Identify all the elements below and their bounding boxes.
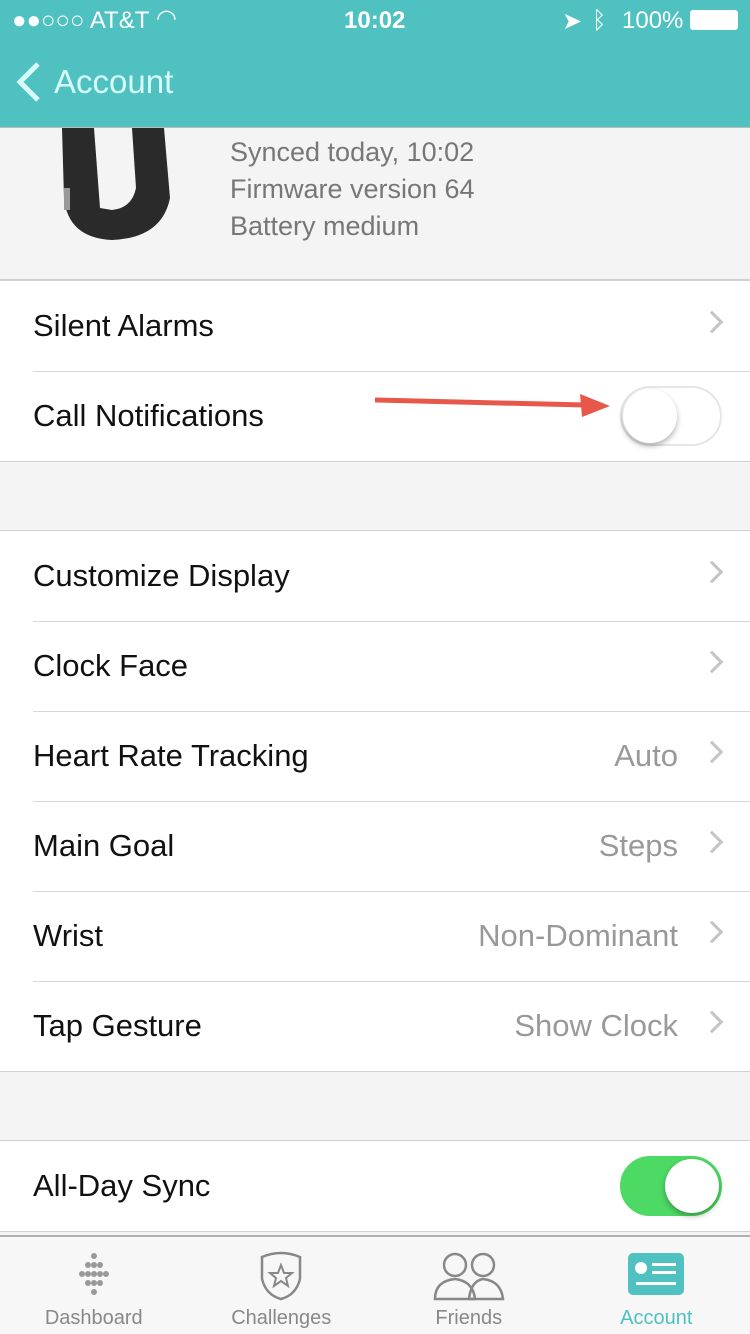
row-value: Show Clock (514, 1008, 678, 1043)
people-icon (433, 1252, 505, 1301)
row-label: Customize Display (33, 558, 290, 593)
row-silent-alarms[interactable]: Silent Alarms (0, 281, 750, 371)
chevron-right-icon (700, 740, 724, 764)
row-label: Tap Gesture (33, 1008, 202, 1043)
row-label: Wrist (33, 918, 104, 953)
sync-status: Synced today, 10:02 (230, 137, 475, 167)
row-main-goal[interactable]: Main Goal Steps (0, 801, 750, 891)
status-bar: ●●○○○ AT&T ◠ 10:02 ➤ ᛒ 100% (0, 0, 750, 40)
chevron-right-icon (700, 830, 724, 854)
chevron-left-icon (16, 62, 40, 102)
all-day-sync-toggle[interactable] (620, 1156, 722, 1216)
tab-label: Dashboard (44, 1307, 143, 1329)
row-label: Clock Face (33, 648, 189, 683)
firmware-version: Firmware version 64 (230, 174, 475, 204)
row-label: Heart Rate Tracking (33, 738, 309, 773)
row-label: All-Day Sync (33, 1168, 211, 1203)
row-clock-face[interactable]: Clock Face (0, 621, 750, 711)
shield-star-icon (261, 1251, 302, 1301)
tab-challenges[interactable]: Challenges (188, 1237, 376, 1334)
back-button[interactable]: Account (14, 60, 173, 104)
row-value: Non-Dominant (478, 918, 678, 953)
row-value: Auto (614, 738, 678, 773)
wifi-icon: ◠ (156, 5, 177, 32)
call-notifications-toggle[interactable] (620, 386, 722, 446)
account-card-icon (628, 1253, 685, 1295)
tab-label: Challenges (231, 1307, 332, 1329)
chevron-right-icon (700, 650, 724, 674)
tab-bar: Dashboard Challenges Friends Account (0, 1235, 750, 1334)
row-label: Main Goal (33, 828, 175, 863)
chevron-right-icon (700, 560, 724, 584)
bluetooth-icon: ᛒ (592, 7, 607, 34)
row-customize-display[interactable]: Customize Display (0, 531, 750, 621)
dashboard-dots-icon (78, 1253, 109, 1295)
row-label: Call Notifications (33, 398, 264, 433)
battery-level: Battery medium (230, 211, 420, 241)
nav-bar: Account (0, 40, 750, 128)
row-wrist[interactable]: Wrist Non-Dominant (0, 891, 750, 981)
battery-icon (690, 10, 738, 30)
tab-dashboard[interactable]: Dashboard (0, 1237, 188, 1334)
battery-percent: 100% (622, 7, 684, 34)
carrier: ●●○○○ AT&T (12, 7, 150, 34)
settings-group-alerts: Silent Alarms Call Notifications (0, 280, 750, 462)
row-all-day-sync: All-Day Sync (0, 1141, 750, 1231)
row-tap-gesture[interactable]: Tap Gesture Show Clock (0, 981, 750, 1071)
device-info: Synced today, 10:02 Firmware version 64 … (0, 128, 750, 280)
tracker-image (62, 128, 170, 240)
back-label: Account (54, 63, 174, 100)
location-icon: ➤ (562, 8, 583, 35)
chevron-right-icon (700, 310, 724, 334)
tab-label: Account (620, 1307, 693, 1329)
row-value: Steps (598, 828, 678, 863)
chevron-right-icon (700, 920, 724, 944)
tab-friends[interactable]: Friends (375, 1237, 563, 1334)
clock: 10:02 (344, 7, 406, 34)
annotation-arrow-icon (374, 394, 610, 417)
chevron-right-icon (700, 1010, 724, 1034)
tab-label: Friends (435, 1307, 503, 1329)
row-label: Silent Alarms (33, 308, 214, 343)
settings-group-display: Customize Display Clock Face Heart Rate … (0, 530, 750, 1072)
settings-group-sync: All-Day Sync (0, 1140, 750, 1232)
tab-account[interactable]: Account (563, 1237, 750, 1334)
row-heart-rate-tracking[interactable]: Heart Rate Tracking Auto (0, 711, 750, 801)
